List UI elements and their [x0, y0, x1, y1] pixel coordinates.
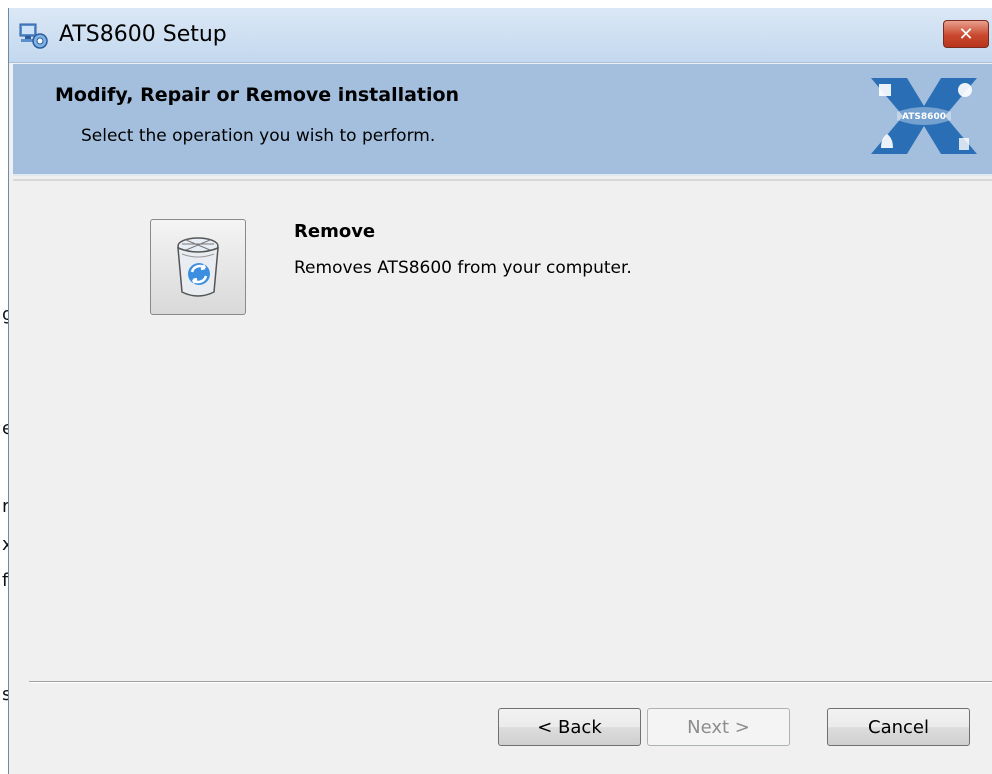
logo-text: ATS8600 — [902, 112, 946, 122]
title-bar[interactable]: ATS8600 Setup ✕ — [9, 8, 992, 63]
cancel-button[interactable]: Cancel — [827, 708, 970, 746]
background-top — [0, 0, 992, 8]
setup-app-icon — [19, 23, 48, 49]
ats8600-logo: ATS8600 — [871, 78, 977, 154]
recycle-bin-icon — [177, 237, 219, 297]
remove-option-description: Removes ATS8600 from your computer. — [294, 258, 632, 278]
setup-dialog: ATS8600 Setup ✕ Modify, Repair or Remove… — [8, 8, 992, 774]
remove-option-title: Remove — [294, 221, 376, 242]
back-button[interactable]: < Back — [498, 708, 641, 746]
remove-option-button[interactable] — [150, 219, 246, 315]
footer-divider — [29, 681, 992, 683]
next-button[interactable]: Next > — [647, 708, 790, 746]
close-icon: ✕ — [958, 23, 974, 45]
header-banner: Modify, Repair or Remove installation Se… — [13, 64, 992, 176]
banner-divider — [13, 179, 992, 181]
banner-subtitle: Select the operation you wish to perform… — [81, 126, 436, 146]
banner-title: Modify, Repair or Remove installation — [55, 84, 460, 106]
close-button[interactable]: ✕ — [943, 20, 989, 48]
window-title: ATS8600 Setup — [59, 22, 227, 47]
